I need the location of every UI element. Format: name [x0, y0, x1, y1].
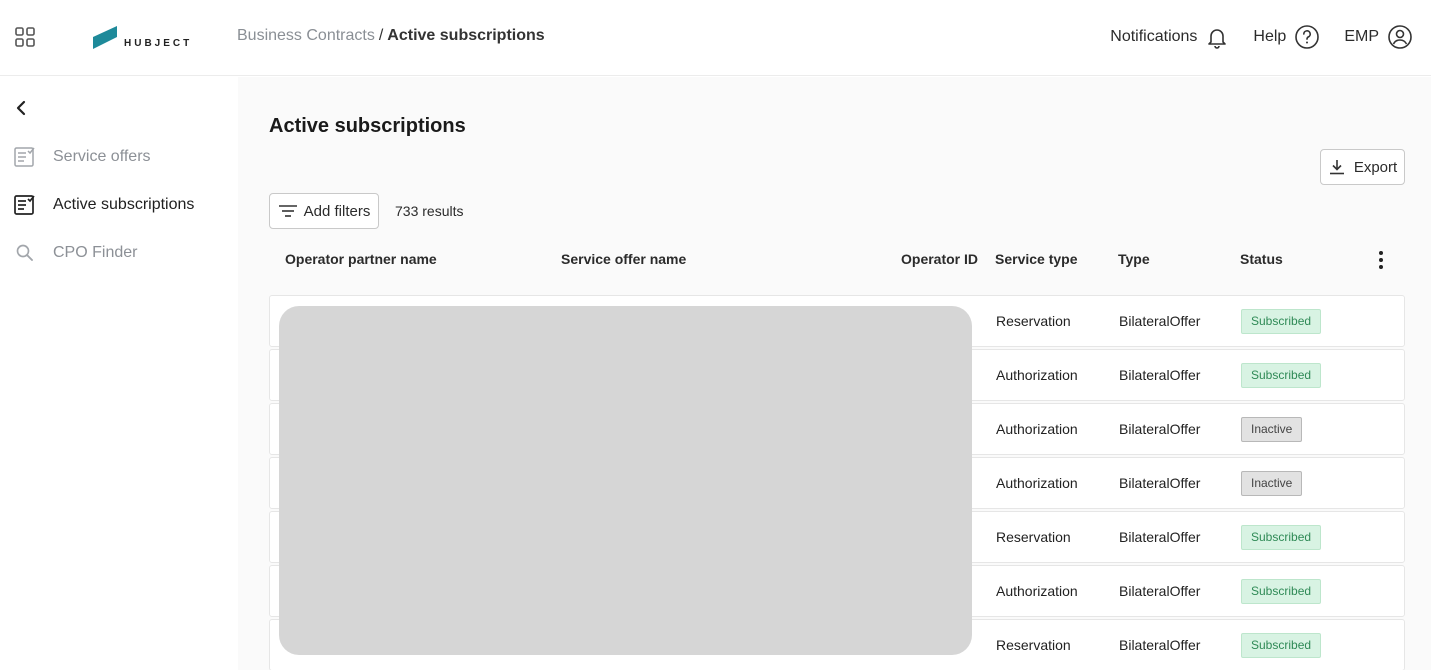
notifications-label: Notifications — [1110, 28, 1198, 45]
user-label: EMP — [1344, 28, 1379, 45]
breadcrumb: Business Contracts / Active subscriptions — [237, 27, 545, 45]
column-header-service-offer-name[interactable]: Service offer name — [561, 251, 686, 267]
top-header: HUBJECT Business Contracts / Active subscr… — [0, 0, 1431, 76]
add-filters-button[interactable]: Add filters — [269, 193, 379, 229]
column-header-status[interactable]: Status — [1240, 251, 1283, 267]
help-circle-icon — [1295, 25, 1320, 49]
cell-service-type: Reservation — [996, 529, 1071, 545]
help-button[interactable]: Help — [1253, 24, 1320, 50]
sidebar-item-cpo-finder[interactable]: CPO Finder — [12, 240, 137, 266]
redacted-region — [279, 306, 972, 655]
sidebar-item-label: CPO Finder — [53, 244, 138, 261]
status-badge: Inactive — [1241, 417, 1303, 442]
cell-service-type: Reservation — [996, 313, 1071, 329]
sidebar: Service offers Active subscriptions CPO … — [0, 77, 238, 670]
user-menu-button[interactable]: EMP — [1344, 24, 1413, 50]
column-header-operator-partner-name[interactable]: Operator partner name — [285, 251, 437, 267]
apps-grid-icon[interactable] — [14, 26, 36, 48]
logo-text: HUBJECT — [124, 37, 193, 49]
cell-service-type: Authorization — [996, 367, 1078, 383]
filter-icon — [278, 205, 297, 217]
column-header-service-type[interactable]: Service type — [995, 251, 1078, 267]
add-filters-label: Add filters — [303, 202, 371, 220]
cell-service-type: Authorization — [996, 421, 1078, 437]
sidebar-item-label: Active subscriptions — [53, 196, 195, 213]
header-actions: Notifications Help EMP — [1086, 22, 1413, 52]
chevron-left-icon[interactable] — [12, 99, 30, 117]
page-title: Active subscriptions — [269, 115, 466, 137]
sidebar-item-service-offers[interactable]: Service offers — [12, 144, 151, 170]
status-badge: Subscribed — [1241, 633, 1322, 658]
cell-type: BilateralOffer — [1119, 529, 1201, 545]
status-badge: Subscribed — [1241, 309, 1322, 334]
status-badge: Subscribed — [1241, 525, 1322, 550]
search-icon — [12, 240, 38, 266]
cell-service-type: Reservation — [996, 637, 1071, 653]
sidebar-item-label: Service offers — [53, 148, 151, 165]
status-badge: Subscribed — [1241, 363, 1322, 388]
status-badge: Subscribed — [1241, 579, 1322, 604]
export-label: Export — [1353, 158, 1398, 176]
cell-type: BilateralOffer — [1119, 637, 1201, 653]
breadcrumb-current: Active subscriptions — [387, 27, 545, 44]
cell-service-type: Authorization — [996, 475, 1078, 491]
notifications-button[interactable]: Notifications — [1110, 25, 1229, 49]
cell-type: BilateralOffer — [1119, 367, 1201, 383]
list-check-icon — [12, 192, 38, 218]
hubject-logo[interactable]: HUBJECT — [92, 24, 192, 52]
list-check-icon — [12, 144, 38, 170]
cell-type: BilateralOffer — [1119, 421, 1201, 437]
status-badge: Inactive — [1241, 471, 1303, 496]
bell-icon — [1208, 29, 1227, 49]
cell-type: BilateralOffer — [1119, 475, 1201, 491]
breadcrumb-business-contracts[interactable]: Business Contracts — [237, 27, 375, 44]
results-count: 733 results — [395, 203, 464, 219]
hubject-logo-mark — [93, 26, 117, 49]
download-icon — [1329, 160, 1344, 175]
user-account-icon — [1388, 25, 1412, 49]
column-header-operator-id[interactable]: Operator ID — [901, 251, 978, 267]
cell-type: BilateralOffer — [1119, 313, 1201, 329]
cell-service-type: Authorization — [996, 583, 1078, 599]
breadcrumb-separator: / — [378, 27, 384, 44]
column-header-type[interactable]: Type — [1118, 251, 1150, 267]
sidebar-item-active-subscriptions[interactable]: Active subscriptions — [12, 192, 194, 218]
more-vertical-icon[interactable] — [1373, 249, 1389, 271]
help-label: Help — [1253, 28, 1287, 45]
cell-type: BilateralOffer — [1119, 583, 1201, 599]
export-button[interactable]: Export — [1320, 149, 1405, 185]
